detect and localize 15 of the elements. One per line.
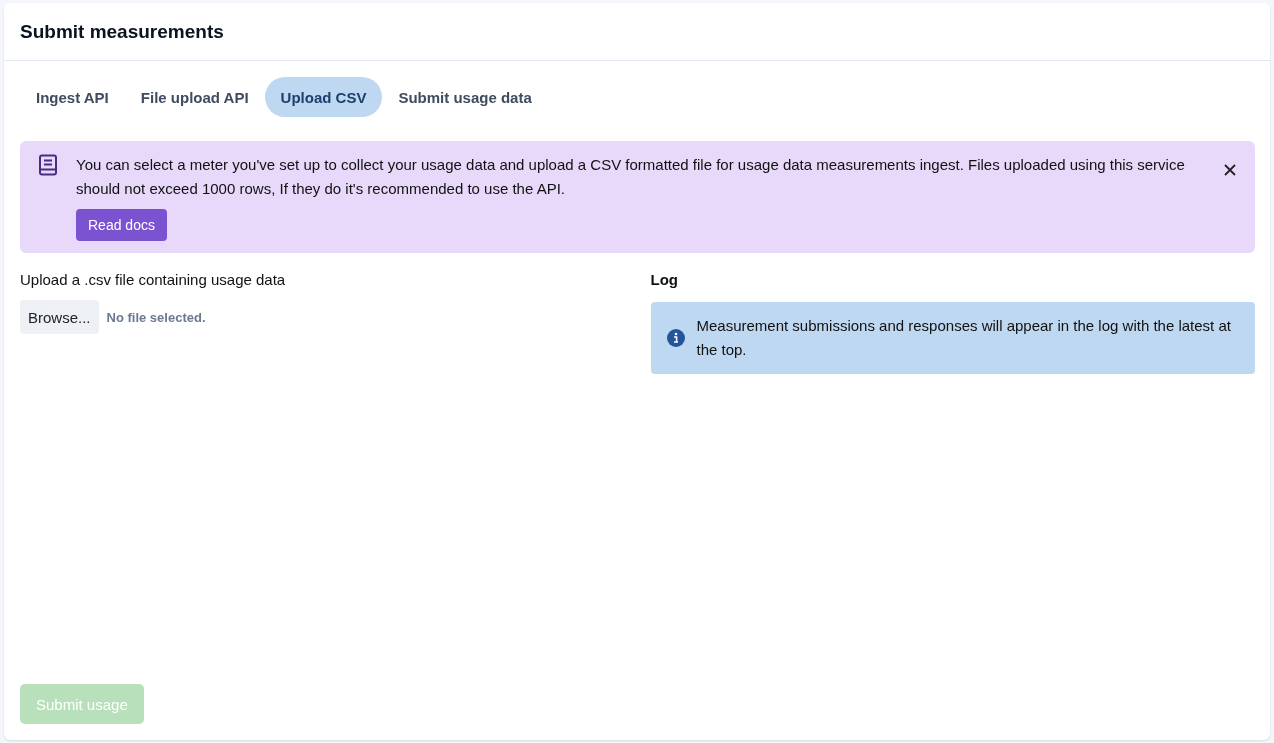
info-text: Measurement submissions and responses will appear in the log with the latest at the top. (696, 316, 1232, 360)
info-icon (666, 329, 685, 347)
card-title: Submit measurements (20, 20, 224, 43)
tab[interactable]: File upload API (124, 77, 265, 117)
notice-text: You can select a meter you've set up to collect your usage data and upload a CSV formatted file for usage data measurements ingest. Files uploaded using this service should not exceed 1000 rows, If they do it's recommended to use the API. (76, 155, 1186, 199)
tab[interactable]: Submit usage data (382, 77, 548, 117)
close-icon[interactable] (1223, 163, 1237, 177)
tab[interactable]: Upload CSV (264, 77, 383, 117)
upload-label: Upload a .csv file containing usage data (20, 271, 287, 288)
read-docs-button[interactable]: Read docs (76, 209, 167, 241)
log-title: Log (650, 271, 679, 288)
tab[interactable]: Ingest API (20, 77, 125, 117)
file-status: No file selected. (106, 309, 206, 325)
document-icon (38, 154, 58, 176)
browse-button[interactable]: Browse... (20, 300, 99, 334)
